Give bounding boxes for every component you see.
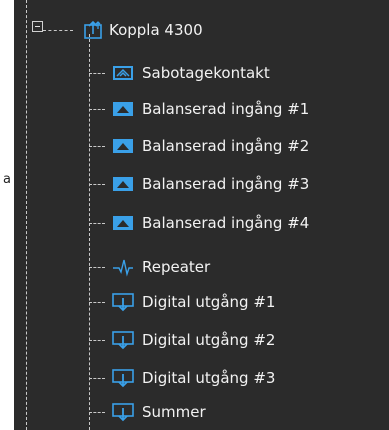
tree-item-label: Balanserad ingång #2	[142, 137, 310, 155]
tree-node-koppla[interactable]: Koppla 4300	[14, 12, 389, 48]
balanced-input-icon	[112, 99, 134, 119]
device-upload-icon	[83, 20, 105, 40]
balanced-input-icon	[112, 174, 134, 194]
tree-item-label: Digital utgång #1	[142, 293, 276, 311]
tree-connector	[43, 30, 73, 31]
left-strip: a	[0, 0, 14, 430]
clipped-text: a	[3, 172, 11, 187]
tree-item-summer[interactable]: Summer	[14, 394, 389, 430]
tree-connector	[89, 340, 105, 341]
digital-output-icon	[112, 330, 134, 350]
tree-node-label: Koppla 4300	[109, 21, 203, 39]
tree-item-digital-utgang-2[interactable]: Digital utgång #2	[14, 322, 389, 358]
tree-item-digital-utgang-3[interactable]: Digital utgång #3	[14, 360, 389, 396]
tree-item-label: Balanserad ingång #3	[142, 175, 310, 193]
tree-item-balanserad-ingang-2[interactable]: Balanserad ingång #2	[14, 128, 389, 164]
tree-item-label: Digital utgång #2	[142, 331, 276, 349]
collapse-toggle-icon[interactable]	[32, 21, 43, 32]
tree-connector	[89, 184, 105, 185]
tree-item-sabotagekontakt[interactable]: Sabotagekontakt	[14, 55, 389, 91]
tree-item-balanserad-ingang-3[interactable]: Balanserad ingång #3	[14, 166, 389, 202]
tree-connector	[89, 412, 105, 413]
tree-item-label: Sabotagekontakt	[142, 64, 270, 82]
digital-output-icon	[112, 292, 134, 312]
tree-item-repeater[interactable]: Repeater	[14, 249, 389, 285]
tree-item-label: Summer	[142, 403, 206, 421]
tamper-icon	[112, 63, 134, 83]
balanced-input-icon	[112, 213, 134, 233]
tree-connector	[89, 73, 105, 74]
tree-item-label: Balanserad ingång #1	[142, 100, 310, 118]
tree-connector	[89, 146, 105, 147]
tree-item-balanserad-ingang-1[interactable]: Balanserad ingång #1	[14, 91, 389, 127]
tree-item-balanserad-ingang-4[interactable]: Balanserad ingång #4	[14, 205, 389, 241]
tree-item-label: Balanserad ingång #4	[142, 214, 310, 232]
digital-output-icon	[112, 368, 134, 388]
pulse-icon	[112, 257, 134, 277]
balanced-input-icon	[112, 136, 134, 156]
digital-output-icon	[112, 402, 134, 422]
tree-item-digital-utgang-1[interactable]: Digital utgång #1	[14, 284, 389, 320]
tree-connector	[89, 223, 105, 224]
tree-item-label: Repeater	[142, 258, 211, 276]
tree-panel[interactable]: Koppla 4300 Sabotagekontakt Balanserad i…	[14, 0, 389, 430]
tree-connector	[89, 378, 105, 379]
tree-item-label: Digital utgång #3	[142, 369, 276, 387]
tree-connector	[89, 267, 105, 268]
tree-connector	[89, 302, 105, 303]
tree-connector	[89, 109, 105, 110]
